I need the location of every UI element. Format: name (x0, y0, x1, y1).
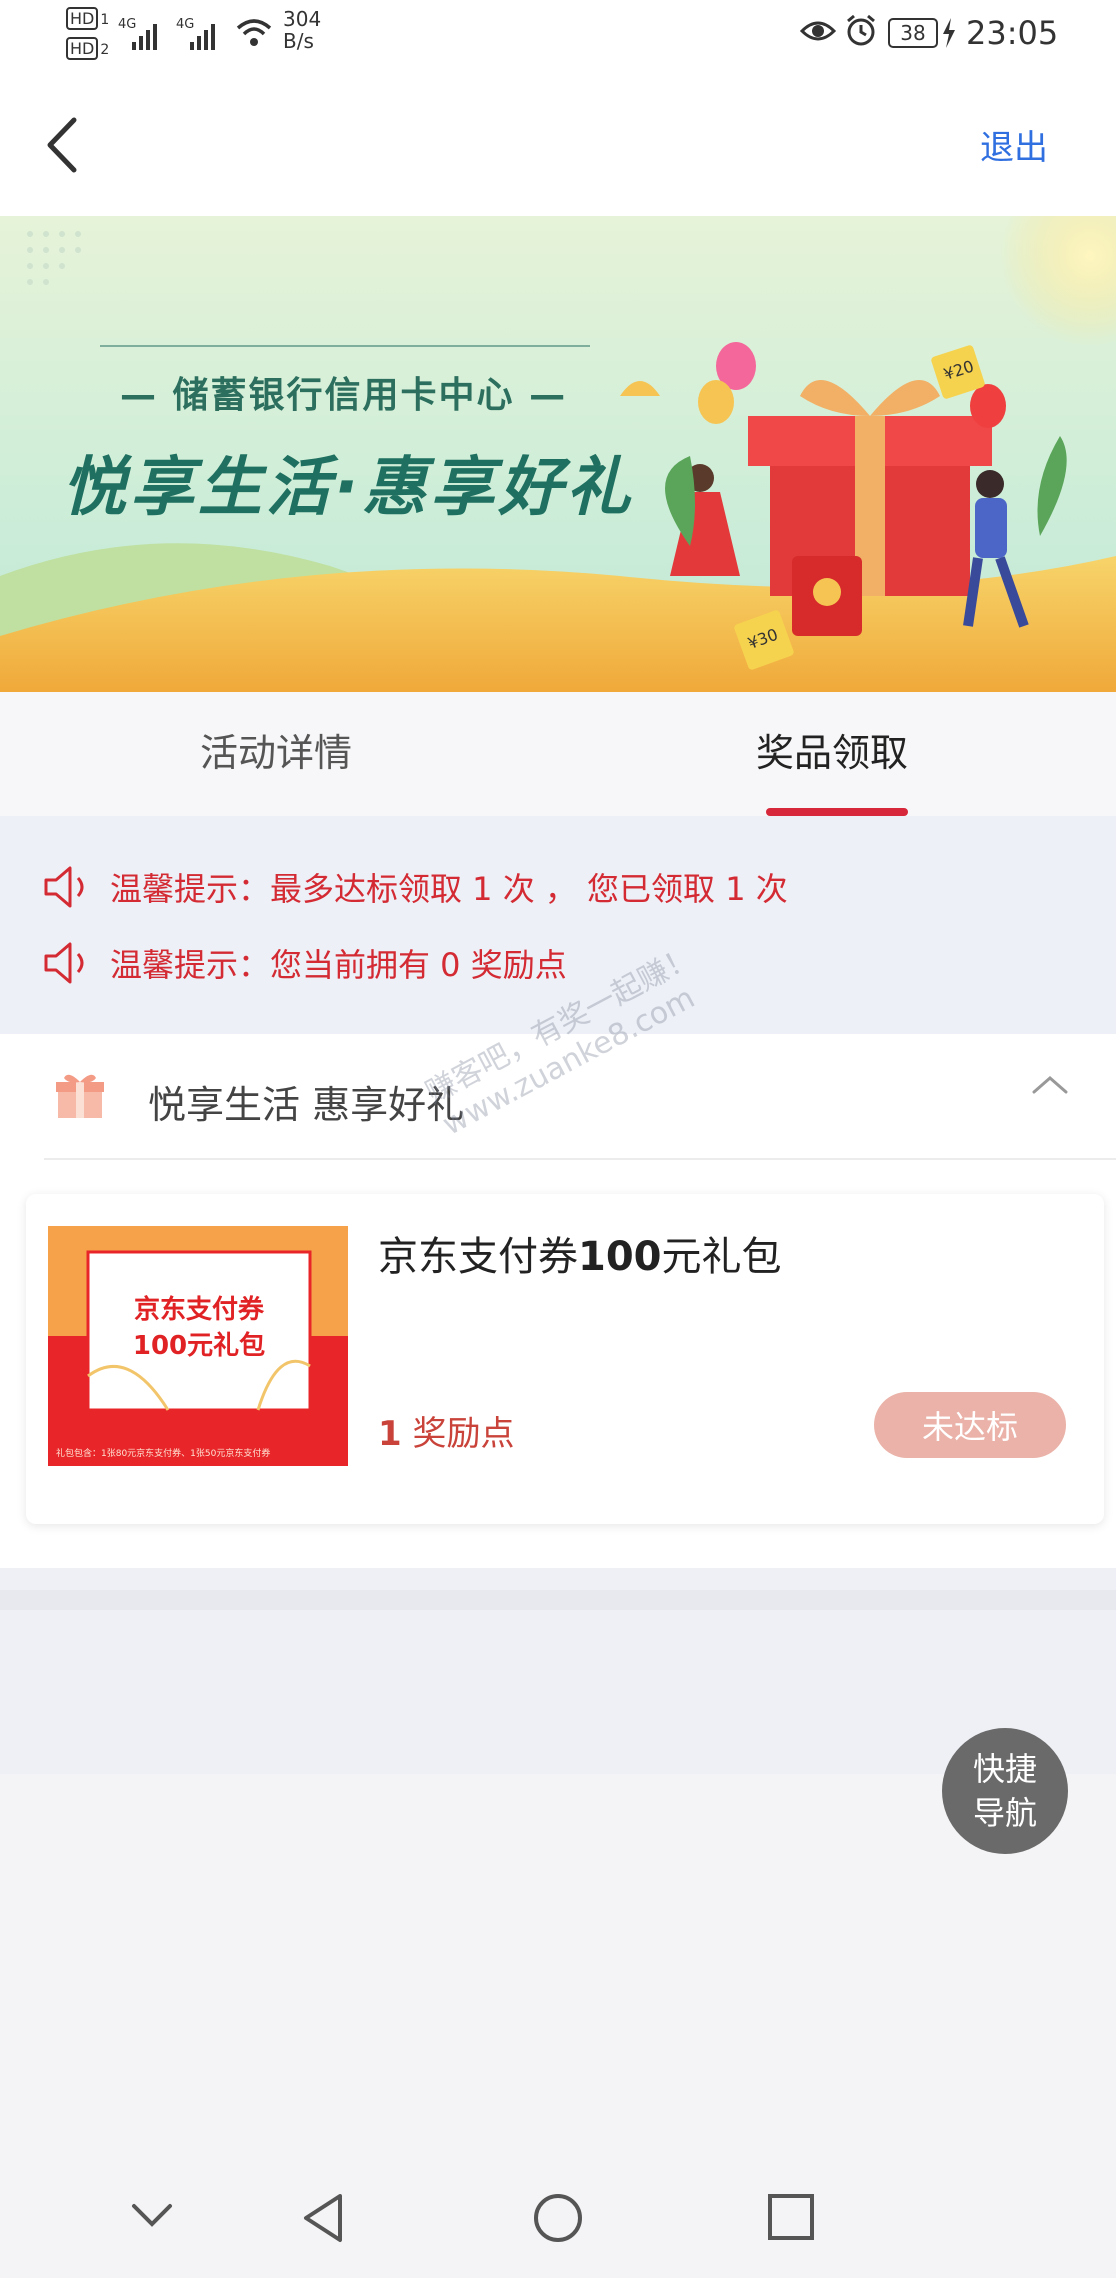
back-button[interactable] (40, 110, 100, 180)
charging-icon (943, 18, 955, 48)
prize-image-footnote: 礼包包含：1张80元京东支付券、1张50元京东支付券 (56, 1449, 271, 1459)
divider (44, 1158, 1116, 1160)
eye-icon (800, 21, 836, 41)
status-bar: HD 1 HD 2 4G 4G 304 B/s 38 23:05 (0, 0, 1116, 70)
prize-points: 1 奖励点 (378, 1414, 515, 1454)
prize-card[interactable]: 京东支付券 100元礼包 礼包包含：1张80元京东支付券、1张50元京东支付券 … (26, 1194, 1104, 1524)
home-icon[interactable] (530, 2190, 586, 2246)
recents-icon[interactable] (764, 2190, 820, 2246)
notice-area: 温馨提示：最多达标领取 1 次 ， 您已领取 1 次 温馨提示：您当前拥有 0 … (0, 816, 1116, 1034)
chevron-left-icon (47, 117, 77, 173)
section-title: 悦享生活 惠享好礼 (148, 1083, 465, 1127)
alarm-icon (847, 14, 875, 46)
hide-keyboard-icon[interactable] (130, 2200, 174, 2230)
promo-banner: ¥20 ¥30 — 储蓄银行信用卡中心 — 悦享生活·惠享好礼 (0, 216, 1116, 692)
net-speed: 304 B/s (283, 7, 322, 53)
tab-activity-details[interactable]: 活动详情 (200, 722, 352, 777)
prize-title: 京东支付券100元礼包 (378, 1234, 782, 1280)
speaker-icon (44, 866, 84, 908)
tab-bar: 活动详情 奖品领取 (0, 692, 1116, 816)
divider-band (0, 1590, 1116, 1610)
exit-button[interactable]: 退出 (980, 120, 1048, 169)
prize-image: 京东支付券 100元礼包 礼包包含：1张80元京东支付券、1张50元京东支付券 (48, 1226, 348, 1466)
notice-item: 温馨提示：最多达标领取 1 次 ， 您已领取 1 次 (42, 862, 788, 912)
claim-status-button[interactable]: 未达标 (874, 1392, 1066, 1458)
hd2-indicator: HD 2 (66, 36, 109, 61)
wifi-icon (236, 19, 272, 46)
speaker-icon (44, 942, 84, 984)
gift-icon (56, 1074, 104, 1118)
nav-back-icon[interactable] (298, 2190, 348, 2246)
clock: 23:05 (966, 14, 1059, 52)
banner-title: 悦享生活·惠享好礼 (62, 451, 635, 525)
top-header: 退出 (0, 70, 1116, 216)
battery-icon: 38 (888, 18, 938, 48)
notice-item: 温馨提示：您当前拥有 0 奖励点 (42, 938, 567, 988)
prize-image-caption: 京东支付券 100元礼包 (132, 1295, 266, 1361)
banner-subtitle: — 储蓄银行信用卡中心 — (120, 375, 568, 416)
active-tab-indicator (766, 808, 908, 816)
hd1-indicator: HD 1 (66, 6, 109, 31)
system-nav-bar (0, 2162, 1116, 2278)
prize-section: 悦享生活 惠享好礼 京东支付券 100元礼包 礼包包含：1张80元京东支付券、1… (0, 1034, 1116, 1568)
tab-prize-claim[interactable]: 奖品领取 (756, 722, 908, 777)
chevron-up-icon[interactable] (1030, 1070, 1070, 1100)
quick-nav-button[interactable]: 快捷 导航 (942, 1728, 1068, 1854)
